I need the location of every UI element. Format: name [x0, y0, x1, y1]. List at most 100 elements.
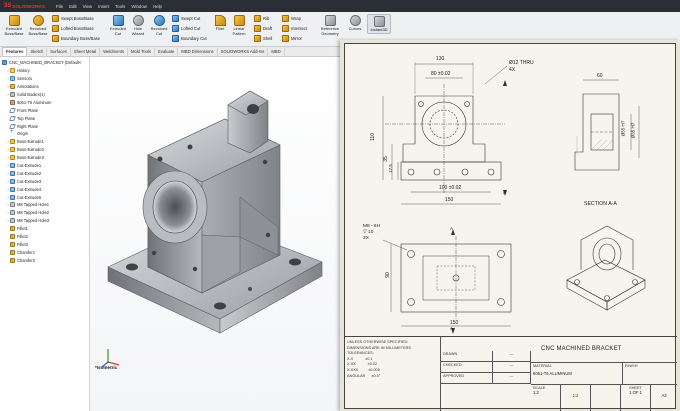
- tree-item-label: Cut-Extrude1: [17, 163, 42, 169]
- fillet-icon: [10, 249, 15, 255]
- tab-evaluate[interactable]: Evaluate: [155, 48, 179, 56]
- tab-mold-tools[interactable]: Mold Tools: [128, 48, 155, 56]
- plane-icon: [9, 115, 16, 121]
- blank-cell: [591, 385, 621, 411]
- tree-item[interactable]: › M8 Tapped Hole1: [0, 201, 89, 209]
- tree-item[interactable]: Chamfer2: [0, 256, 89, 264]
- menu-file[interactable]: File: [56, 4, 63, 9]
- tree-item-label: Solid Bodies(1): [17, 92, 45, 97]
- mirror-button[interactable]: Mirror: [282, 34, 302, 43]
- instant3d-button[interactable]: Instant3D: [367, 14, 391, 34]
- tree-item[interactable]: › Annotations: [0, 83, 89, 91]
- reference-geometry-icon: [324, 15, 336, 26]
- linear-pattern-button[interactable]: Linear Pattern: [228, 15, 250, 36]
- wrap-icon: [282, 15, 289, 22]
- tab-sheet-metal[interactable]: Sheet Metal: [71, 48, 101, 56]
- draft-button[interactable]: Draft: [254, 24, 272, 33]
- dim-bore-55: Ø55 H7: [620, 120, 626, 137]
- tree-item[interactable]: › Cut-Extrude3: [0, 177, 89, 185]
- curves-button[interactable]: Curves: [345, 15, 365, 32]
- drawing-sheet[interactable]: 130 80 ±0.02 Ø12 THRU 4X 110 35 17.5 100…: [344, 43, 677, 411]
- bracket-3d-model[interactable]: [90, 57, 340, 411]
- extrude-icon: [8, 15, 20, 26]
- boundary-boss-button[interactable]: Boundary Boss/Base: [52, 34, 100, 43]
- menu-help[interactable]: Help: [153, 4, 162, 9]
- tree-item[interactable]: › Cut-Extrude5: [0, 193, 89, 201]
- sensor-icon: [10, 76, 15, 82]
- tree-item[interactable]: › Cut-Extrude4: [0, 185, 89, 193]
- lofted-boss-button[interactable]: Lofted Boss/Base: [52, 24, 94, 33]
- tree-item-label: Chamfer1: [17, 249, 35, 255]
- tree-item[interactable]: › Boss-Extrude3: [0, 154, 89, 162]
- tree-item[interactable]: Fillet3: [0, 240, 89, 248]
- graphics-area[interactable]: *Isometric: [90, 57, 340, 411]
- tree-item[interactable]: › Boss-Extrude1: [0, 138, 89, 146]
- tab-sketch[interactable]: Sketch: [27, 48, 48, 56]
- menu-edit[interactable]: Edit: [69, 4, 77, 9]
- hole-wizard-button[interactable]: Hole Wizard: [128, 15, 148, 36]
- tree-root[interactable]: CNC_MACHINED_BRACKET (Default<: [0, 59, 89, 67]
- tree-item[interactable]: › History: [0, 67, 89, 75]
- boundary-cut-button[interactable]: Boundary Cut: [172, 34, 207, 43]
- brand-name: SOLIDWORKS: [12, 3, 45, 9]
- tree-item[interactable]: Fillet2: [0, 233, 89, 241]
- tab-weldments[interactable]: Weldments: [100, 48, 129, 56]
- revolved-boss-button[interactable]: Revolved Boss/Base: [26, 15, 50, 36]
- revolve-icon: [32, 15, 44, 26]
- tree-item[interactable]: › Boss-Extrude2: [0, 146, 89, 154]
- tree-item[interactable]: Chamfer1: [0, 248, 89, 256]
- tree-item[interactable]: › M8 Tapped Hole2: [0, 209, 89, 217]
- tree-item[interactable]: Origin: [0, 130, 89, 138]
- menu-tools[interactable]: Tools: [115, 4, 125, 9]
- tab-features[interactable]: Features: [2, 47, 28, 56]
- tab-surfaces[interactable]: Surfaces: [47, 48, 71, 56]
- menu-view[interactable]: View: [83, 4, 92, 9]
- tree-item[interactable]: 6061-T6 Aluminum: [0, 98, 89, 106]
- extruded-boss-button[interactable]: Extruded Boss/Base: [2, 15, 26, 36]
- tree-item-label: Boss-Extrude1: [17, 139, 44, 145]
- reference-geometry-button[interactable]: Reference Geometry: [315, 15, 345, 36]
- menu-insert[interactable]: Insert: [98, 4, 109, 9]
- rib-button[interactable]: Rib: [254, 14, 269, 23]
- tree-item[interactable]: Fillet1: [0, 225, 89, 233]
- wrap-button[interactable]: Wrap: [282, 14, 301, 23]
- swept-cut-button[interactable]: Swept Cut: [172, 14, 200, 23]
- section-marker-plan-bottom: A: [450, 326, 453, 331]
- tree-item[interactable]: › Solid Bodies(1): [0, 91, 89, 99]
- scale-value: 1:2: [561, 385, 591, 411]
- extruded-cut-button[interactable]: Extruded Cut: [106, 15, 130, 36]
- fillet-button[interactable]: Fillet: [212, 15, 228, 32]
- intersect-button[interactable]: Intersect: [282, 24, 307, 33]
- lofted-cut-button[interactable]: Lofted Cut: [172, 24, 200, 33]
- tree-item[interactable]: Front Plane: [0, 106, 89, 114]
- menu-window[interactable]: Window: [131, 4, 147, 9]
- command-tabs: Features Sketch Surfaces Sheet Metal Wel…: [0, 47, 340, 57]
- tree-item-label: 6061-T6 Aluminum: [17, 99, 52, 105]
- shell-button[interactable]: Shell: [254, 34, 272, 43]
- fillet-icon: [214, 15, 226, 26]
- drawing-title: CNC MACHINED BRACKET: [531, 337, 677, 363]
- tree-item[interactable]: › Cut-Extrude2: [0, 169, 89, 177]
- menu-bar: File Edit View Insert Tools Window Help: [56, 4, 162, 9]
- view-orientation-label: *Isometric: [95, 365, 118, 370]
- mirror-icon: [282, 35, 289, 42]
- tab-mbd[interactable]: MBD: [268, 48, 285, 56]
- tree-item[interactable]: › Sensors: [0, 75, 89, 83]
- dim-side-width: 60: [597, 73, 603, 79]
- tab-mbd-dimensions[interactable]: MBD Dimensions: [178, 48, 218, 56]
- dim-top-width: 130: [436, 56, 445, 62]
- revolved-cut-icon: [153, 15, 165, 26]
- annot-icon: [10, 84, 15, 90]
- mat-icon: [10, 99, 15, 105]
- solidworks-logo[interactable]: 3S SOLIDWORKS: [0, 3, 50, 9]
- fillet-icon: [10, 257, 15, 263]
- boundary-icon: [52, 35, 59, 42]
- tree-item[interactable]: Top Plane: [0, 114, 89, 122]
- tree-item-label: Fillet2: [17, 234, 28, 240]
- revolved-cut-button[interactable]: Revolved Cut: [147, 15, 171, 36]
- tree-item[interactable]: › M8 Tapped Hole3: [0, 217, 89, 225]
- tree-item[interactable]: › Cut-Extrude1: [0, 162, 89, 170]
- tab-addins[interactable]: SOLIDWORKS Add-Ins: [218, 48, 269, 56]
- hole-icon: [10, 218, 15, 224]
- swept-boss-button[interactable]: Swept Boss/Base: [52, 14, 94, 23]
